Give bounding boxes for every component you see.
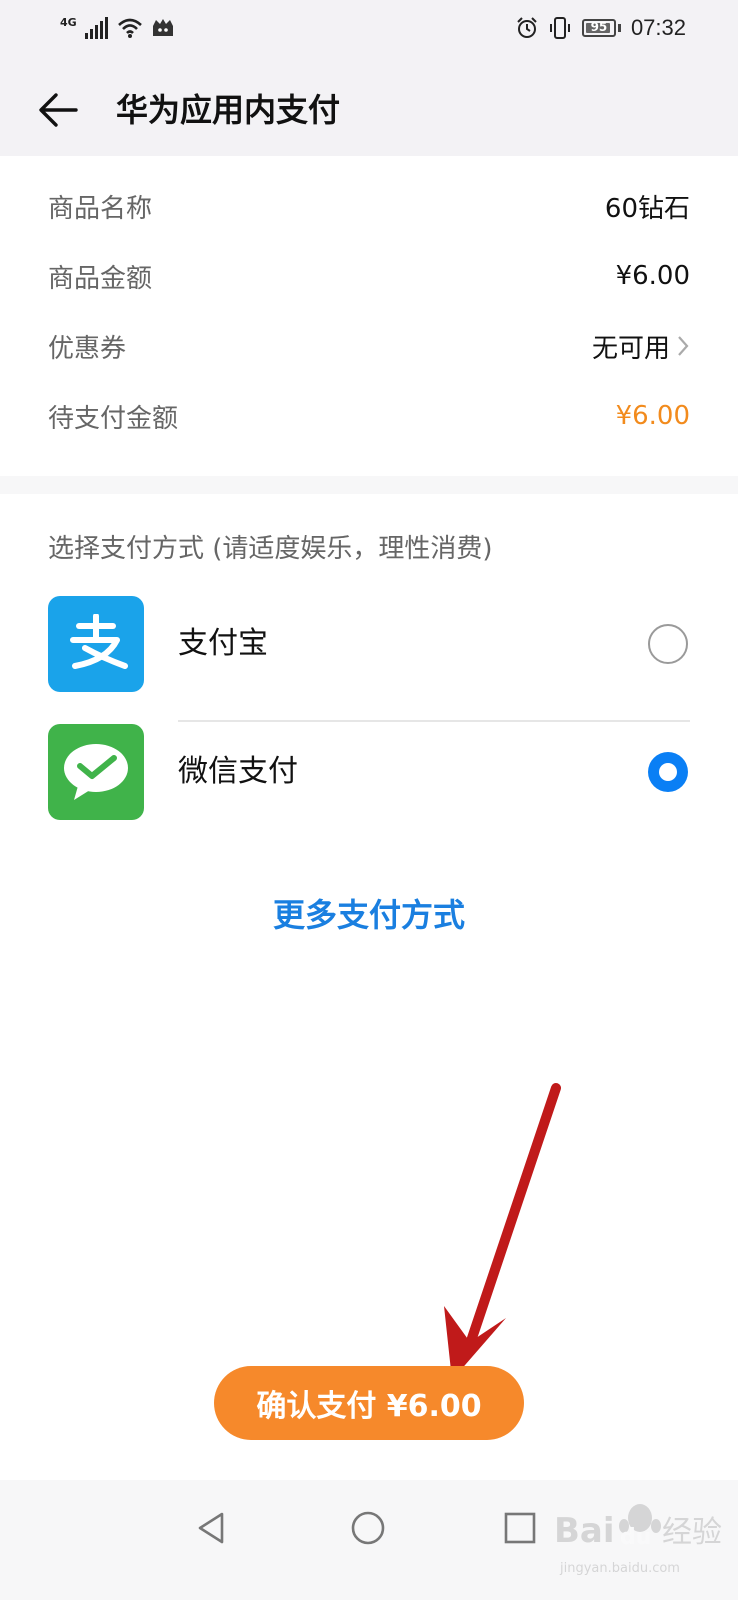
payment-divider — [178, 720, 690, 722]
coupon-row[interactable]: 优惠券 无可用 — [48, 322, 690, 370]
product-amount-row: 商品金额 ¥6.00 — [48, 252, 690, 300]
payment-section-title: 选择支付方式 (请适度娱乐，理性消费) — [48, 534, 493, 564]
battery-tip — [617, 24, 621, 32]
annotation-arrow — [444, 1083, 561, 1380]
alipay-icon — [48, 596, 144, 692]
vibrate-icon — [549, 17, 570, 39]
amount-due-row: 待支付金额 ¥6.00 — [48, 392, 690, 440]
svg-text:du: du — [620, 1525, 651, 1550]
amount-due-label: 待支付金额 — [48, 403, 179, 434]
wifi-icon — [117, 18, 142, 38]
back-button[interactable] — [34, 86, 82, 134]
page-title: 华为应用内支付 — [116, 91, 341, 129]
signal-icon — [84, 17, 108, 39]
nav-recents-button[interactable] — [500, 1508, 540, 1548]
wechat-pay-radio[interactable] — [648, 752, 688, 792]
network-type-label: 4G — [60, 15, 77, 29]
product-amount-label: 商品金额 — [48, 263, 153, 294]
clock: 07:32 — [630, 15, 686, 40]
coupon-label: 优惠券 — [48, 333, 127, 364]
product-amount-value: ¥6.00 — [615, 261, 690, 291]
battery-percent: 95 — [590, 20, 608, 34]
battery-icon: 95 — [581, 19, 616, 37]
baidu-watermark-logo: Bai du 经验 jingyan.baidu.com — [554, 1504, 722, 1576]
svg-text:jingyan.baidu.com: jingyan.baidu.com — [559, 1561, 680, 1576]
wechat-pay-icon — [48, 724, 144, 820]
alipay-radio[interactable] — [648, 624, 688, 664]
payment-method-wechat[interactable]: 微信支付 — [48, 724, 690, 820]
coupon-value-wrap: 无可用 — [592, 328, 690, 365]
nav-home-icon — [351, 1511, 385, 1545]
nav-recents-icon — [504, 1512, 536, 1544]
status-right: 95 07:32 — [516, 12, 686, 44]
confirm-payment-button[interactable]: 确认支付 ¥6.00 — [214, 1366, 524, 1440]
coupon-value: 无可用 — [591, 333, 670, 364]
app-notification-icon — [152, 19, 173, 36]
more-payment-methods-link[interactable]: 更多支付方式 — [0, 890, 738, 936]
app-header — [0, 56, 738, 156]
nav-back-button[interactable] — [192, 1508, 232, 1548]
amount-due-value: ¥6.00 — [615, 401, 690, 431]
product-name-label: 商品名称 — [48, 193, 153, 224]
nav-back-icon — [198, 1512, 224, 1544]
product-name-row: 商品名称 60钻石 — [48, 182, 690, 230]
payment-method-alipay[interactable]: 支付宝 — [48, 596, 690, 692]
status-left: 4G — [60, 12, 175, 44]
product-name-value: 60钻石 — [604, 193, 690, 224]
nav-home-button[interactable] — [348, 1508, 388, 1548]
svg-text:Bai: Bai — [554, 1511, 615, 1551]
chevron-right-icon — [676, 334, 690, 358]
order-details-card: 商品名称 60钻石 商品金额 ¥6.00 优惠券 无可用 待支付金额 ¥6.00 — [0, 156, 738, 476]
wechat-pay-label: 微信支付 — [178, 754, 298, 789]
svg-text:经验: 经验 — [662, 1515, 722, 1550]
alarm-icon — [517, 17, 537, 38]
alipay-label: 支付宝 — [178, 626, 268, 661]
arrow-left-icon — [39, 93, 78, 127]
